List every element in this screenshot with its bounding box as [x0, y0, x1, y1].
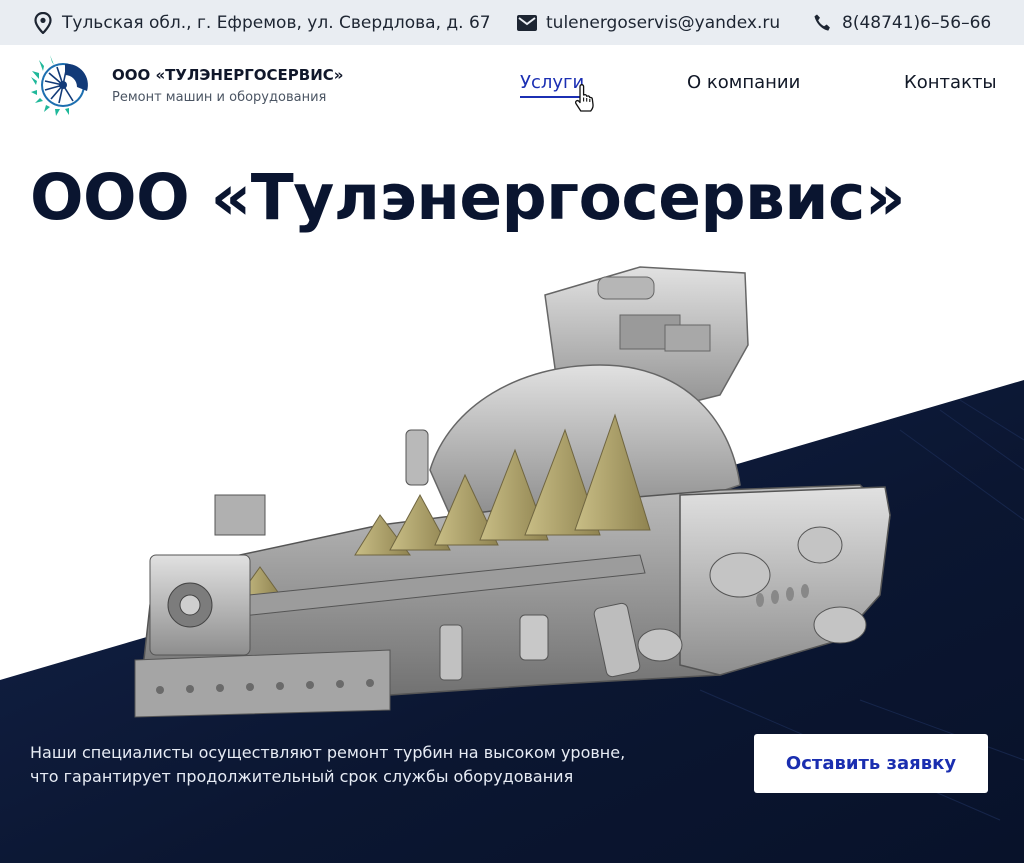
company-logo-icon[interactable]	[30, 54, 102, 116]
address-text: Тульская обл., г. Ефремов, ул. Свердлова…	[62, 12, 491, 33]
phone-icon	[812, 12, 834, 34]
hand-cursor-icon	[574, 84, 594, 112]
phone-link[interactable]: 8(48741)6–56–66	[842, 13, 991, 33]
hero-description-line-1: Наши специалисты осуществляют ремонт тур…	[30, 743, 626, 762]
nav-about-label: О компании	[687, 72, 801, 93]
location-pin-icon	[32, 11, 54, 34]
logo-subtitle: Ремонт машин и оборудования	[112, 90, 327, 105]
email-item[interactable]: tulenergoservis@yandex.ru	[516, 0, 780, 45]
hero-description: Наши специалисты осуществляют ремонт тур…	[30, 741, 710, 789]
turbine-cutaway-image	[134, 266, 891, 718]
address-item: Тульская обл., г. Ефремов, ул. Свердлова…	[32, 0, 491, 45]
email-link[interactable]: tulenergoservis@yandex.ru	[546, 13, 780, 33]
nav-about[interactable]: О компании	[687, 72, 800, 93]
contact-bar: Тульская обл., г. Ефремов, ул. Свердлова…	[0, 0, 1024, 45]
submit-request-button[interactable]: Оставить заявку	[754, 734, 988, 793]
nav-contacts-label: Контакты	[904, 72, 997, 93]
nav-contacts[interactable]: Контакты	[904, 72, 997, 93]
phone-item[interactable]: 8(48741)6–56–66	[812, 0, 991, 45]
hero-description-line-2: что гарантирует продолжительный срок слу…	[30, 767, 574, 786]
page-title: ООО «Тулэнергосервис»	[30, 161, 906, 234]
site-header: ООО «ТУЛЭНЕРГОСЕРВИС» Ремонт машин и обо…	[0, 45, 1024, 127]
mail-icon	[516, 12, 538, 34]
logo-title[interactable]: ООО «ТУЛЭНЕРГОСЕРВИС»	[112, 66, 343, 84]
